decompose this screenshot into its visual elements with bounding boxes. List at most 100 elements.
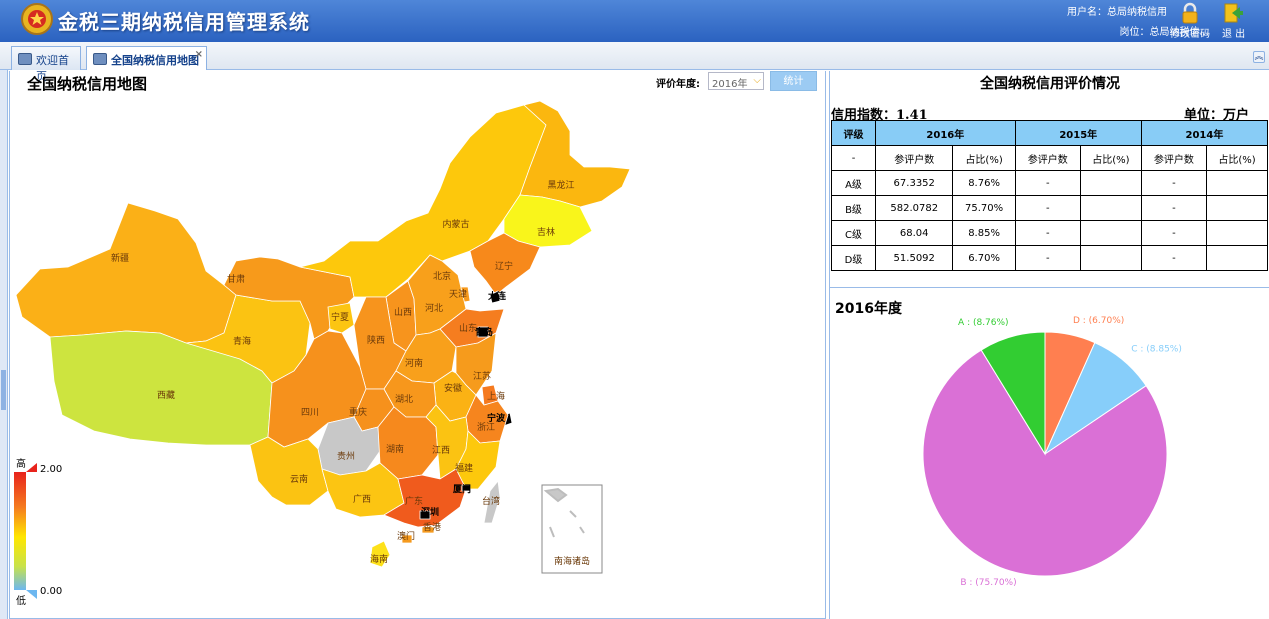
header-cell: 评级 [831, 120, 876, 146]
change-password-link[interactable]: 修改密码 [1170, 25, 1210, 40]
pie-slice-label: C : (8.85%) [1131, 344, 1182, 354]
province-region[interactable] [249, 436, 329, 506]
year-select[interactable]: 2016年 ⌵ [708, 72, 764, 90]
province-label: 台湾 [482, 495, 500, 507]
province-label: 大连 [488, 290, 507, 302]
province-label: 海南 [370, 553, 388, 565]
province-label: 四川 [301, 408, 319, 418]
province-label: 澳门 [397, 530, 415, 542]
credit-summary-panel: 全国纳税信用评价情况 信用指数：1.41 单位：万户 评级 2016年 2015… [829, 71, 1269, 619]
legend-max-value: 2.00 [40, 464, 62, 475]
close-tab-icon[interactable]: × [195, 49, 203, 60]
table-cell: D级 [831, 245, 876, 271]
exit-icon[interactable] [1222, 2, 1244, 24]
table-cell: - [1140, 170, 1208, 196]
chevron-down-icon[interactable]: ⌵ [753, 75, 761, 86]
table-cell [1079, 170, 1142, 196]
table-cell: 8.76% [952, 170, 1016, 196]
province-region[interactable] [519, 100, 631, 208]
table-cell [1206, 195, 1268, 221]
username-text: 用户名：总局纳税信用 [1067, 7, 1167, 18]
table-cell: - [1140, 195, 1208, 221]
table-cell: 67.3352 [874, 170, 954, 196]
table-cell: - [1014, 170, 1081, 196]
table-cell: - [1140, 220, 1208, 246]
legend-high-label: 高 [16, 457, 26, 470]
header-cell: 2015年 [1014, 120, 1142, 146]
province-label: 深圳 [421, 506, 439, 518]
stat-button[interactable]: 统计 [770, 71, 817, 91]
province-label: 江西 [432, 445, 450, 456]
province-label: 辽宁 [495, 260, 513, 272]
table-cell: 6.70% [952, 245, 1016, 271]
table-cell: - [1014, 220, 1081, 246]
province-label: 湖南 [386, 443, 404, 455]
exit-button[interactable]: 退 出 [1222, 25, 1245, 40]
table-row: C级 68.04 8.85% - - [831, 220, 1268, 246]
map-panel: 新疆 西藏 青海 甘肃 内蒙古 黑龙江 吉林 辽宁 北京 天津 大连 宁夏 山西 河北 山东 青岛 陕西 河南 江苏… [9, 71, 826, 619]
province-region[interactable] [15, 202, 237, 344]
year-label: 评价年度: [656, 79, 700, 90]
table-row: A级 67.3352 8.76% - - [831, 170, 1268, 196]
province-label: 湖北 [395, 394, 413, 405]
province-label: 黑龙江 [547, 179, 574, 191]
legend-min-handle[interactable] [26, 590, 37, 599]
province-label: 重庆 [349, 406, 367, 418]
year-select-value: 2016年 [712, 79, 748, 90]
province-label: 贵州 [337, 450, 355, 462]
province-label: 河南 [405, 357, 423, 369]
china-map: 新疆西藏青海甘肃内蒙古黑龙江吉林辽宁北京天津 大连宁夏 山西 河北山东青岛陕西河南江苏… [14, 100, 631, 607]
table-cell [1206, 220, 1268, 246]
province-label: 青海 [233, 335, 251, 347]
divider [830, 287, 1269, 288]
lock-icon[interactable] [1179, 2, 1201, 24]
table-row: D级 51.5092 6.70% - - [831, 245, 1268, 271]
province-label: 南海诸岛 [554, 555, 590, 567]
table-row: B级 582.0782 75.70% - - [831, 195, 1268, 221]
legend-low-label: 低 [16, 594, 26, 607]
table-cell: - [1014, 245, 1081, 271]
table-header-row: 评级 2016年 2015年 2014年 [831, 120, 1269, 146]
table-cell: 582.0782 [874, 195, 954, 221]
side-collapse-strip[interactable] [0, 70, 8, 619]
table-cell: A级 [831, 170, 876, 196]
table-cell [1206, 245, 1268, 271]
subheader-cell: 占比(%) [1079, 145, 1142, 171]
province-label: 浙江 [477, 421, 495, 433]
table-cell: - [1140, 245, 1208, 271]
table-subheader-row: - 参评户数 占比(%) 参评户数 占比(%) 参评户数 占比(%) [831, 145, 1268, 171]
table-cell [1079, 245, 1142, 271]
subheader-cell: 参评户数 [1140, 145, 1208, 171]
subheader-cell: 参评户数 [1014, 145, 1081, 171]
pie-slice-label: A : (8.76%) [958, 318, 1009, 328]
province-label: 甘肃 [227, 273, 245, 285]
legend-gradient-bar[interactable] [14, 472, 26, 590]
subheader-cell: - [831, 145, 876, 171]
table-cell: 8.85% [952, 220, 1016, 246]
system-title: 金税三期纳税信用管理系统 [58, 10, 310, 34]
collapse-icon[interactable]: ︽ [1253, 51, 1265, 63]
app-header: 金税三期纳税信用管理系统 用户名：总局纳税信用 岗位：总局纳税信... 修改密码… [0, 0, 1269, 42]
table-cell [1079, 195, 1142, 221]
province-label: 江苏 [473, 370, 491, 382]
province-label: 北京 [433, 270, 451, 282]
pie-chart: D : (6.70%) C : (8.85%) B : (75.70%) A : (8… [922, 316, 1182, 588]
table-cell [1079, 220, 1142, 246]
map-title: 全国纳税信用地图 [27, 75, 148, 93]
table-cell [1206, 170, 1268, 196]
province-label: 青岛 [475, 326, 493, 338]
province-label: 内蒙古 [442, 218, 469, 230]
side-handle[interactable] [1, 370, 6, 410]
province-label: 上海 [487, 390, 505, 402]
pie-slice-label: B : (75.70%) [960, 578, 1016, 588]
tab-credit-map[interactable]: 全国纳税信用地图 × [86, 46, 207, 70]
table-title: 全国纳税信用评价情况 [980, 76, 1120, 92]
legend-max-handle[interactable] [26, 463, 37, 472]
tab-welcome[interactable]: 欢迎首页 [11, 46, 81, 83]
province-label: 山西 [394, 307, 412, 318]
province-label: 西藏 [157, 389, 175, 401]
province-label: 天津 [449, 289, 467, 300]
header-cell: 2014年 [1140, 120, 1269, 146]
tax-emblem-icon [21, 3, 53, 35]
tab-label: 全国纳税信用地图 [111, 54, 199, 67]
